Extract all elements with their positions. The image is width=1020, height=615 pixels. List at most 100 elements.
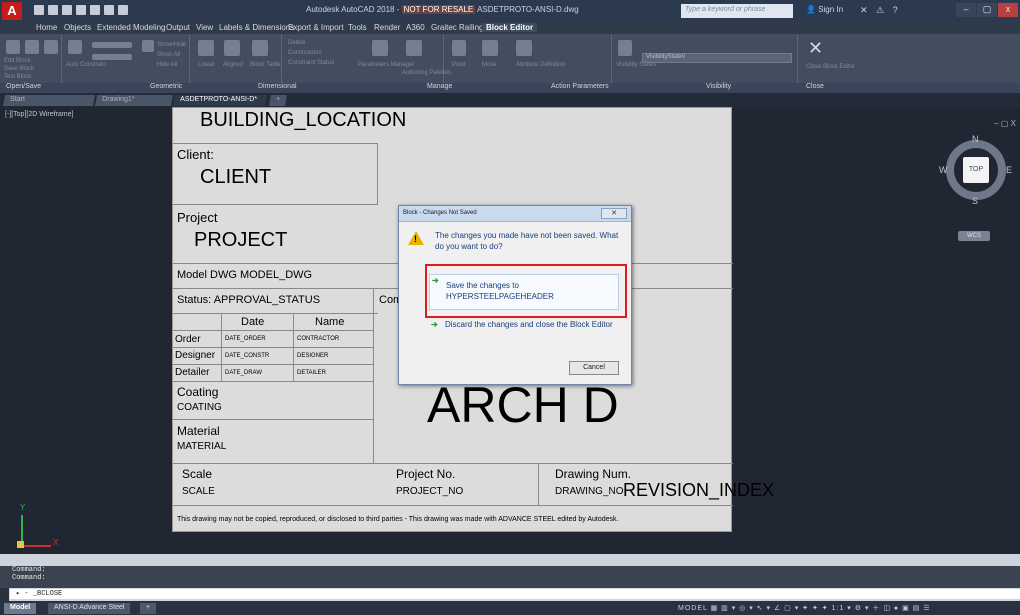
save-as-icon[interactable] [76, 5, 86, 15]
tab-home[interactable]: Home [36, 23, 57, 32]
geometric-constraints-icon[interactable] [92, 54, 132, 60]
cancel-button[interactable]: Cancel [569, 361, 619, 375]
tab-tools[interactable]: Tools [348, 23, 367, 32]
wcs-dropdown[interactable]: WCS [958, 231, 990, 241]
autocad-logo-icon[interactable]: A [2, 2, 22, 20]
minimize-button[interactable]: – [956, 3, 976, 17]
command-input-text: _BCLOSE [32, 590, 63, 598]
move-icon[interactable] [482, 40, 498, 56]
parameters-manager-icon[interactable] [372, 40, 388, 56]
tab-render[interactable]: Render [374, 23, 400, 32]
save-icon[interactable] [62, 5, 72, 15]
status-bar: Model ANSI-D Advance Steel + MODEL ▦ ▥ ▾… [0, 601, 1020, 615]
doc-tab-drawing1[interactable]: Drawing1* [95, 95, 173, 106]
tab-export-import[interactable]: Export & Import [288, 23, 344, 32]
annotation-scale[interactable]: 1:1 [832, 605, 845, 612]
show-hide-icon[interactable] [142, 40, 154, 52]
compass-east[interactable]: E [1006, 165, 1012, 175]
search-input[interactable]: Type a keyword or phrase [681, 4, 793, 18]
compass-west[interactable]: W [939, 165, 948, 175]
block-table-icon[interactable] [252, 40, 268, 56]
command-line-area: Command: Command: ▸ - _BCLOSE [0, 554, 1020, 601]
project-value: PROJECT [194, 229, 288, 251]
project-label: Project [177, 210, 218, 225]
exchange-icon[interactable]: ✕ ⚠ ? [860, 5, 901, 16]
panel-manage[interactable]: Manage [427, 83, 452, 90]
divider [173, 381, 373, 382]
panel-open-save[interactable]: Open/Save [6, 83, 41, 90]
panel-action-parameters[interactable]: Action Parameters [551, 83, 609, 90]
save-block-icon[interactable] [25, 40, 39, 54]
compass-south[interactable]: S [972, 196, 978, 206]
aligned-icon[interactable] [224, 40, 240, 56]
layout-tab-ansi-d[interactable]: ANSI-D Advance Steel [48, 603, 131, 614]
viewcube-top-face[interactable]: TOP [963, 157, 989, 183]
maximize-button[interactable]: ▢ [977, 3, 997, 17]
viewport-controls-label[interactable]: [-][Top][2D Wireframe] [5, 111, 73, 118]
row-detailer-name: DETAILER [297, 370, 326, 376]
aligned-label: Aligned [223, 62, 244, 68]
layout-tab-model[interactable]: Model [4, 603, 37, 614]
quick-access-toolbar [34, 5, 128, 15]
geometric-constraints-icon[interactable] [92, 42, 132, 48]
tab-labels-dimensions[interactable]: Labels & Dimensions [219, 23, 294, 32]
status-toggles[interactable]: MODEL ▦ ▥ ▾ ◎ ▾ ↖ ▾ ∠ ▢ ▾ ✦ ✦ ✦ 1:1 ▾ ⚙ … [678, 603, 931, 613]
linear-icon[interactable] [198, 40, 214, 56]
visibility-states-label: Visibility States [616, 62, 657, 68]
doc-tab-asdetproto[interactable]: ASDETPROTO-ANSI-D* [173, 95, 267, 106]
sign-in-button[interactable]: 👤 Sign In [806, 5, 843, 14]
plot-icon[interactable] [90, 5, 100, 15]
visibility-state-dropdown[interactable]: VisibilityState0 [642, 53, 792, 63]
open-icon[interactable] [48, 5, 58, 15]
authoring-palettes-icon[interactable] [406, 40, 422, 56]
new-tab-button[interactable]: + [269, 95, 287, 106]
material-value: MATERIAL [177, 441, 227, 452]
point-icon[interactable] [452, 40, 466, 56]
new-icon[interactable] [34, 5, 44, 15]
command-input[interactable]: ▸ - _BCLOSE [10, 589, 1020, 599]
project-no-label: Project No. [396, 467, 456, 481]
drawing-num-value: DRAWING_NO [555, 486, 624, 497]
panel-dimensional[interactable]: Dimensional [258, 83, 297, 90]
point-label: Point [452, 62, 466, 68]
tab-objects[interactable]: Objects [64, 23, 91, 32]
construction-label[interactable]: Construction [288, 50, 322, 56]
test-block-icon[interactable] [44, 40, 58, 54]
title-nfr: NOT FOR RESALE [401, 5, 476, 14]
close-button[interactable]: x [998, 3, 1018, 17]
divider [538, 463, 539, 505]
attribute-definition-icon[interactable] [516, 40, 532, 56]
tab-extended-modeling[interactable]: Extended Modeling [97, 23, 166, 32]
doc-tab-start[interactable]: Start [3, 95, 95, 106]
tab-a360[interactable]: A360 [406, 23, 425, 32]
panel-geometric[interactable]: Geometric [150, 83, 182, 90]
dialog-message: The changes you made have not been saved… [435, 231, 619, 251]
delete-label[interactable]: Delete [288, 40, 305, 46]
viewport-window-controls[interactable]: – ▢ X [994, 119, 1016, 128]
add-layout-button[interactable]: + [140, 603, 157, 614]
dialog-close-button[interactable]: ✕ [601, 208, 627, 219]
close-block-editor-icon[interactable]: ✕ [808, 38, 823, 59]
tab-graitec-railings[interactable]: Graitec Railings [431, 23, 487, 32]
panel-visibility[interactable]: Visibility [706, 83, 731, 90]
undo-icon[interactable] [104, 5, 114, 15]
doc-tab-label: Drawing1* [102, 96, 135, 103]
row-detailer-label: Detailer [175, 367, 210, 378]
auto-constrain-icon[interactable] [68, 40, 82, 54]
tab-view[interactable]: View [196, 23, 213, 32]
discard-changes-option[interactable]: ➔ Discard the changes and close the Bloc… [429, 319, 619, 330]
compass-north[interactable]: N [972, 134, 979, 144]
divider [173, 419, 373, 420]
viewcube[interactable]: TOP N S W E [938, 132, 1014, 208]
visibility-states-icon[interactable] [618, 40, 632, 56]
divider [173, 313, 378, 314]
tab-block-editor[interactable]: Block Editor [482, 23, 538, 32]
tab-output[interactable]: Output [166, 23, 190, 32]
edit-block-icon[interactable] [6, 40, 20, 54]
ucs-x-axis [21, 545, 51, 547]
command-prompt-icon[interactable]: ▸ - [16, 590, 33, 598]
model-space-label[interactable]: MODEL [678, 605, 708, 612]
panel-close[interactable]: Close [806, 83, 824, 90]
constraint-status-label[interactable]: Constraint Status [288, 60, 334, 66]
redo-icon[interactable] [118, 5, 128, 15]
